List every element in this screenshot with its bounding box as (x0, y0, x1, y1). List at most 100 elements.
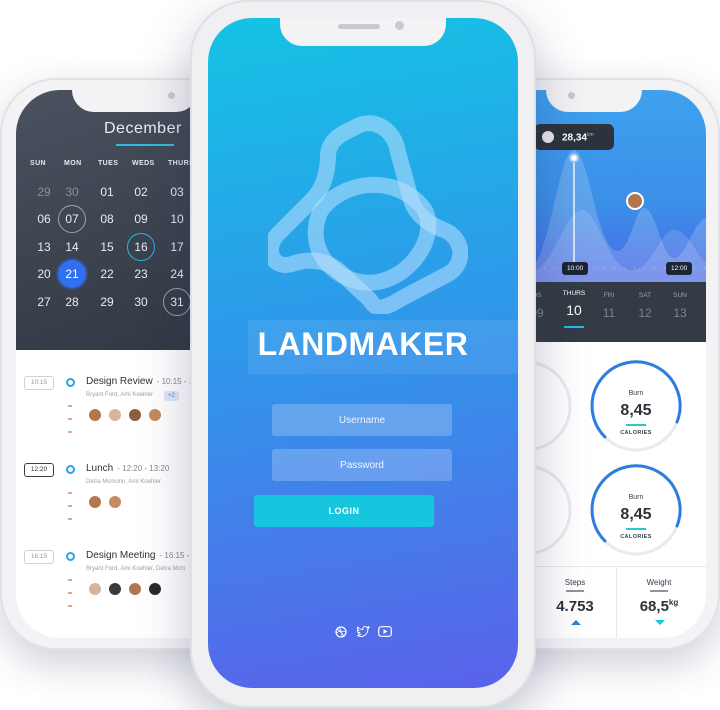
timeline-dash (68, 579, 72, 581)
timeline-dash (68, 418, 72, 420)
calendar-day[interactable]: 13 (30, 233, 58, 261)
calendar-day[interactable]: 29 (93, 288, 121, 316)
calendar-day[interactable]: 17 (163, 233, 191, 261)
twitter-icon[interactable] (354, 625, 370, 640)
calendar-day[interactable]: 10 (163, 205, 191, 233)
calendar-day[interactable]: 23 (127, 260, 155, 288)
calendar-day[interactable]: 16 (127, 233, 155, 261)
youtube-icon[interactable] (378, 626, 392, 640)
month-underline (116, 144, 174, 146)
stats-divider (534, 566, 706, 567)
avatar[interactable] (128, 582, 142, 596)
calendar-day[interactable]: 06 (30, 205, 58, 233)
event-range: 16:15 - (164, 551, 190, 560)
calendar-day[interactable]: 03 (163, 178, 191, 206)
weekday-tues: TUES (98, 160, 119, 167)
calendar-day[interactable]: 08 (93, 205, 121, 233)
phone-notch (72, 90, 198, 112)
avatar[interactable] (88, 408, 102, 422)
calendar-day[interactable]: 02 (127, 178, 155, 206)
day-label: FRI (603, 292, 615, 299)
avatar[interactable] (108, 582, 122, 596)
day-number[interactable]: 13 (665, 306, 695, 320)
timeline-dash (68, 505, 72, 507)
gauge-label: Burn (628, 390, 644, 397)
event-item[interactable]: Design Review - 10:15 - 1 (86, 376, 193, 387)
event-time: 12:20 (24, 463, 54, 477)
event-marker (66, 465, 75, 474)
day-selected-indicator (564, 326, 584, 328)
calendar-day[interactable]: 01 (93, 178, 121, 206)
calendar-day[interactable]: 07 (58, 205, 86, 233)
event-item[interactable]: Design Meeting - 16:15 - (86, 550, 189, 561)
avatar[interactable] (108, 408, 122, 422)
gauge-unit: CALORIES (620, 534, 652, 540)
day-number[interactable]: 09 (534, 306, 552, 320)
distance-value: 28,34km (562, 132, 594, 143)
day-selector: DS 09 THURS 10 FRI 11 SAT 12 SUN 13 (534, 282, 706, 342)
stats-separator (616, 566, 617, 638)
day-number[interactable]: 11 (594, 306, 624, 320)
calendar-day[interactable]: 29 (30, 178, 58, 206)
day-label: SAT (638, 292, 652, 299)
event-title: Design Meeting (86, 550, 156, 561)
weekday-mon: MON (64, 160, 82, 167)
password-field[interactable] (272, 449, 452, 481)
activity-chart-panel: 28,34km 10:00 12:00 (534, 90, 706, 282)
activity-wave-chart (534, 150, 706, 282)
calendar-day[interactable]: 14 (58, 233, 86, 261)
calendar-day[interactable]: 22 (93, 260, 121, 288)
gauge-divider (626, 528, 646, 530)
login-button[interactable]: LOGIN (254, 495, 434, 527)
avatar[interactable] (108, 495, 122, 509)
timeline-dash (68, 405, 72, 407)
event-people: Detra Mcmunn, Ami Koehler (86, 479, 162, 485)
front-camera (568, 92, 575, 99)
calendar-day[interactable]: 30 (127, 288, 155, 316)
star-logo-icon (268, 115, 468, 314)
calendar-day[interactable]: 30 (58, 178, 86, 206)
time-end-chip[interactable]: 12:00 (666, 262, 693, 275)
day-number-selected[interactable]: 10 (559, 302, 589, 318)
event-range: 12:20 - 13:20 (122, 464, 170, 473)
avatar[interactable] (128, 408, 142, 422)
friend-avatar[interactable] (626, 192, 644, 210)
day-number[interactable]: 12 (630, 306, 660, 320)
weight-value: 68,5kg (624, 598, 694, 615)
event-item[interactable]: Lunch - 12:20 - 13:20 (86, 463, 169, 474)
calendar-day-selected[interactable]: 21 (58, 260, 86, 288)
gauge-unit: CALORIES (620, 430, 652, 436)
chart-handle[interactable] (569, 153, 579, 163)
gauges-area (534, 360, 682, 556)
avatar[interactable] (148, 582, 162, 596)
time-start-chip[interactable]: 10:00 (562, 262, 589, 275)
event-title: Design Review (86, 376, 153, 387)
username-field[interactable] (272, 404, 452, 436)
timeline-dash (68, 492, 72, 494)
dribbble-icon[interactable] (334, 626, 348, 640)
event-time: 16:15 (24, 550, 54, 564)
month-title: December (104, 120, 182, 137)
trend-up-icon (571, 620, 581, 625)
calendar-day[interactable]: 20 (30, 260, 58, 288)
day-label: SUN (673, 292, 687, 299)
user-avatar[interactable] (540, 129, 556, 145)
avatar[interactable] (88, 582, 102, 596)
avatar[interactable] (88, 495, 102, 509)
front-camera (395, 21, 404, 30)
calendar-day[interactable]: 15 (93, 233, 121, 261)
calendar-day[interactable]: 24 (163, 260, 191, 288)
phone-notch (546, 90, 642, 112)
gauge-value: 8,45 (620, 506, 652, 523)
gauge-label: Burn (628, 494, 644, 501)
avatar[interactable] (148, 408, 162, 422)
event-marker (66, 552, 75, 561)
login-phone: LANDMAKER LOGIN (190, 0, 536, 708)
calendar-day[interactable]: 28 (58, 288, 86, 316)
more-attendees-badge[interactable]: +2 (164, 391, 179, 401)
calendar-day[interactable]: 31 (163, 288, 191, 316)
weekday-weds: WEDS (132, 160, 155, 167)
calendar-day[interactable]: 27 (30, 288, 58, 316)
gauge-value: 8,45 (620, 402, 652, 419)
calendar-day[interactable]: 09 (127, 205, 155, 233)
